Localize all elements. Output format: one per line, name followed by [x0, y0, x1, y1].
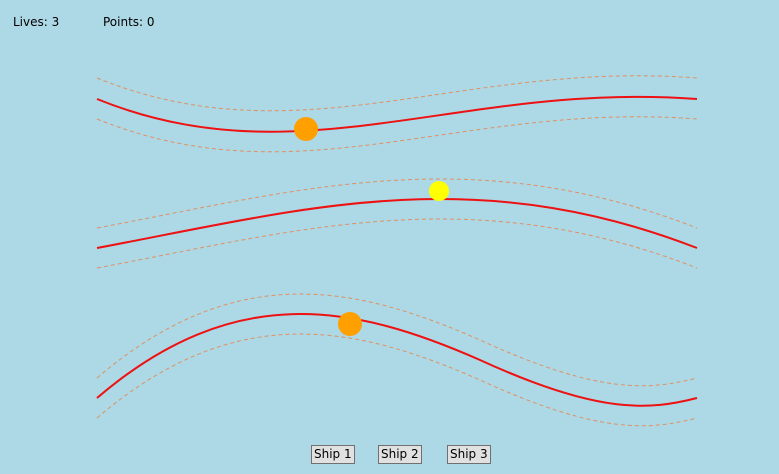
ship-1-button[interactable]: Ship 1 — [311, 445, 355, 464]
ship-1-marker[interactable] — [294, 117, 318, 141]
lane-1-guide-top — [96, 75, 698, 112]
lane-1-track — [96, 95, 698, 133]
lane-1 — [96, 75, 698, 153]
ship-3-button[interactable]: Ship 3 — [447, 445, 491, 464]
game-field — [96, 75, 698, 427]
lane-3-guide-bottom — [96, 333, 698, 427]
lane-2-guide-bottom — [96, 218, 698, 269]
lane-2-track — [96, 198, 698, 249]
ship-2-marker[interactable] — [429, 181, 449, 201]
lane-3 — [96, 293, 698, 427]
ship-3-marker[interactable] — [338, 312, 362, 336]
ship-2-button[interactable]: Ship 2 — [378, 445, 422, 464]
lane-3-track — [96, 313, 698, 407]
lane-2 — [96, 178, 698, 269]
